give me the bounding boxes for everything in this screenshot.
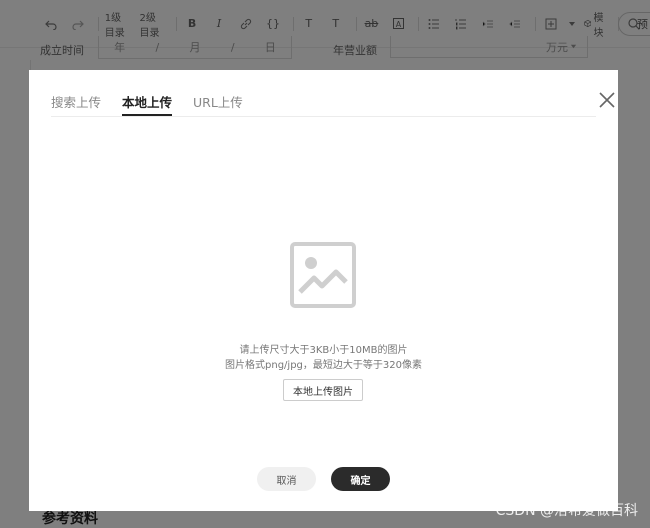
image-upload-dialog: 搜索上传 本地上传 URL上传 请上传尺寸大于3KB小于10MB的图片 图片格式… xyxy=(29,70,618,511)
close-icon[interactable] xyxy=(597,90,617,110)
cancel-button[interactable]: 取消 xyxy=(257,467,316,491)
watermark: CSDN @洛希爱做百科 xyxy=(495,503,638,519)
image-placeholder-icon xyxy=(290,242,356,308)
size-hint: 请上传尺寸大于3KB小于10MB的图片 xyxy=(239,345,408,356)
local-upload-button[interactable]: 本地上传图片 xyxy=(283,379,363,401)
tab-local-upload[interactable]: 本地上传 xyxy=(122,92,173,116)
tab-url-upload[interactable]: URL上传 xyxy=(193,92,243,111)
upload-tabs: 搜索上传 本地上传 URL上传 xyxy=(51,70,615,117)
confirm-button[interactable]: 确定 xyxy=(331,467,390,491)
format-hint: 图片格式png/jpg，最短边大于等于320像素 xyxy=(225,360,422,371)
tab-search-upload[interactable]: 搜索上传 xyxy=(51,92,101,111)
